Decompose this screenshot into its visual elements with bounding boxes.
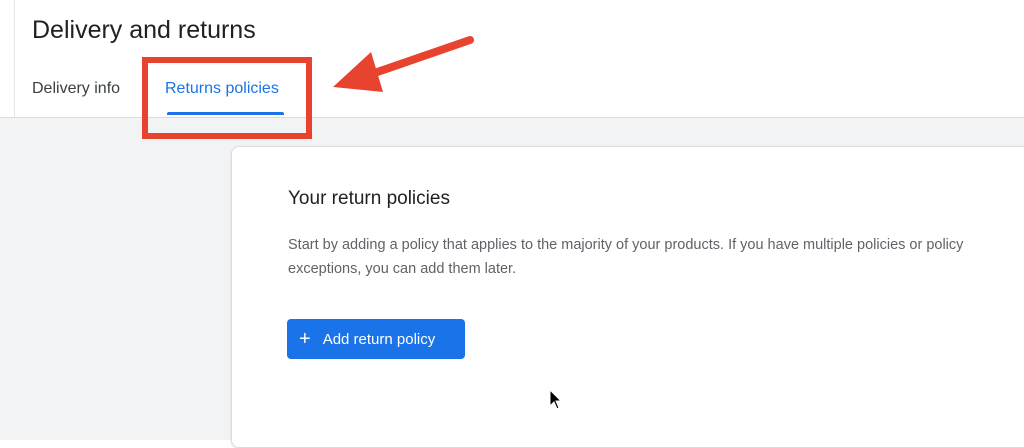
annotation-arrow-icon	[333, 36, 474, 92]
return-policies-card: Your return policies Start by adding a p…	[231, 146, 1024, 448]
annotation-highlight-box	[142, 57, 312, 139]
card-title: Your return policies	[288, 188, 450, 209]
add-return-policy-label: Add return policy	[322, 330, 436, 348]
add-return-policy-button[interactable]: + Add return policy	[287, 319, 465, 359]
left-edge-divider	[14, 0, 15, 117]
tab-delivery-info[interactable]: Delivery info	[32, 80, 120, 98]
page-title: Delivery and returns	[32, 16, 256, 44]
plus-icon: +	[299, 328, 311, 350]
card-description: Start by adding a policy that applies to…	[288, 237, 964, 277]
mouse-cursor-icon	[549, 389, 563, 410]
